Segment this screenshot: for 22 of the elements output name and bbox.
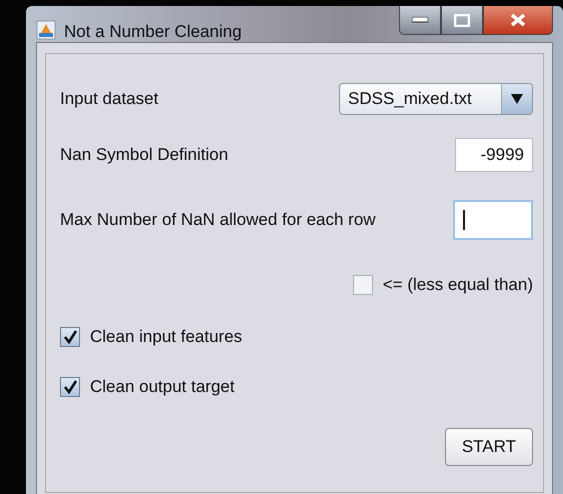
maximize-icon — [454, 14, 470, 26]
start-button[interactable]: START — [444, 428, 533, 466]
minimize-icon — [412, 17, 428, 23]
close-button[interactable] — [483, 6, 553, 35]
checkbox[interactable] — [60, 327, 80, 347]
checkbox-label: <= (less equal than) — [382, 275, 533, 295]
field-label: Max Number of NaN allowed for each row — [60, 210, 376, 230]
checkbox-label: Clean input features — [90, 327, 242, 347]
app-icon — [36, 20, 56, 40]
checkbox[interactable] — [352, 275, 373, 295]
window-title: Not a Number Cleaning — [64, 22, 243, 42]
maximize-button[interactable] — [441, 6, 483, 35]
caret-icon — [511, 94, 523, 104]
checkbox[interactable] — [60, 377, 80, 397]
minimize-button[interactable] — [399, 6, 441, 35]
field-label: Input dataset — [60, 89, 158, 109]
close-icon — [510, 13, 526, 27]
input-field[interactable]: -9999 — [455, 138, 533, 172]
input-field[interactable] — [453, 200, 533, 240]
field-label: Nan Symbol Definition — [60, 145, 228, 165]
checkbox-label: Clean output target — [90, 377, 235, 397]
dataset-dropdown[interactable]: SDSS_mixed.txt — [339, 83, 533, 115]
